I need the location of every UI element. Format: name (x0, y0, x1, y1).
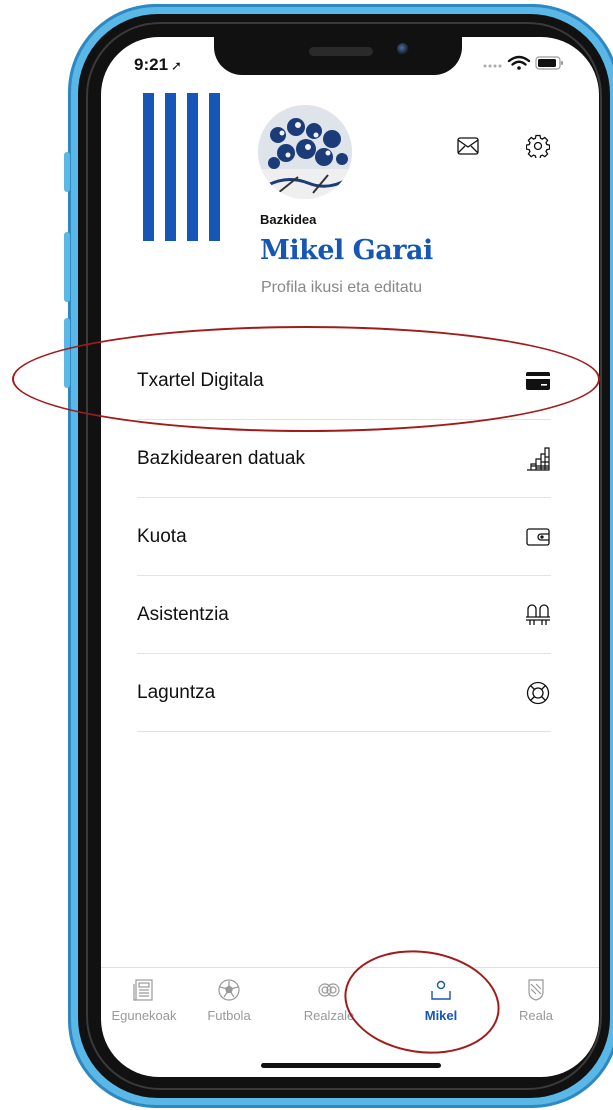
tab-label: Futbola (207, 1008, 251, 1023)
tab-egunekoak[interactable]: Egunekoak (101, 978, 189, 1023)
phone-side-button (64, 152, 70, 192)
profile-edit-link[interactable]: Profila ikusi eta editatu (261, 279, 422, 297)
menu-item-help[interactable]: Laguntza (137, 654, 551, 732)
app-screen: 9:21 ➚ Bazkidea Mikel Garai Profila ikus… (101, 37, 599, 1077)
phone-volume-up-button (64, 232, 70, 302)
rings-icon (318, 983, 340, 997)
tab-reala[interactable]: Reala (491, 978, 581, 1023)
signal-dots-icon (483, 64, 502, 68)
lifebuoy-icon (525, 680, 551, 706)
speaker (309, 47, 373, 56)
wifi-icon (507, 55, 531, 70)
football-icon (218, 979, 240, 1001)
seats-icon (525, 602, 551, 628)
avatar[interactable] (258, 105, 352, 199)
member-name: Mikel Garai (260, 235, 433, 266)
wallet-icon (525, 524, 551, 550)
tab-label: Reala (519, 1008, 553, 1023)
status-time: 9:21 ➚ (134, 55, 182, 74)
crest-icon (528, 979, 544, 1001)
tab-label: Egunekoak (111, 1008, 177, 1023)
menu-item-fee[interactable]: Kuota (137, 498, 551, 576)
menu-item-member-data[interactable]: Bazkidearen datuak (137, 420, 551, 498)
front-camera (397, 43, 409, 55)
mail-icon[interactable] (457, 137, 479, 155)
battery-icon (535, 56, 563, 70)
member-label: Bazkidea (260, 212, 317, 227)
gear-icon[interactable] (525, 134, 551, 160)
club-stripes-logo (143, 93, 221, 241)
menu-item-label: Bazkidearen datuak (137, 447, 305, 469)
tab-futbola[interactable]: Futbola (184, 978, 274, 1023)
menu-item-label: Kuota (137, 525, 187, 547)
home-indicator[interactable] (261, 1063, 441, 1068)
menu-item-label: Asistentzia (137, 603, 229, 625)
notch (214, 37, 462, 75)
menu-item-label: Laguntza (137, 681, 216, 703)
newspaper-icon (133, 979, 153, 1001)
stadium-stairs-icon (525, 446, 551, 472)
status-icons (481, 53, 577, 73)
location-arrow-icon: ➚ (171, 58, 182, 73)
annotation-circle-digital-card (12, 326, 600, 432)
menu-item-attendance[interactable]: Asistentzia (137, 576, 551, 654)
